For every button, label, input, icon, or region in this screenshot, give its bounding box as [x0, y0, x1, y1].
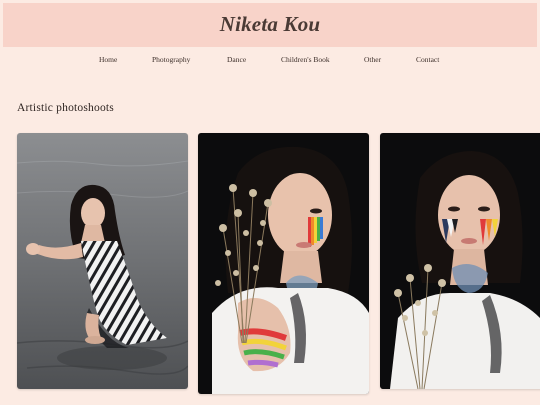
site-header: Niketa Kou — [3, 3, 537, 47]
photo-card-water[interactable] — [17, 133, 188, 389]
page: Niketa Kou Home Photography Dance Childr… — [0, 0, 540, 405]
main-nav: Home Photography Dance Children's Book O… — [0, 50, 540, 70]
photo-card-flowers-rainbow[interactable] — [198, 133, 369, 394]
nav-item-contact[interactable]: Contact — [416, 55, 439, 64]
photo-painted-face-image — [380, 133, 540, 389]
section-title: Artistic photoshoots — [17, 102, 114, 114]
site-title[interactable]: Niketa Kou — [220, 12, 321, 37]
nav-item-photography[interactable]: Photography — [152, 55, 190, 64]
nav-item-other[interactable]: Other — [364, 55, 381, 64]
nav-item-dance[interactable]: Dance — [227, 55, 246, 64]
nav-item-home[interactable]: Home — [99, 55, 117, 64]
photo-flowers-rainbow-image — [198, 133, 369, 394]
photo-water-image — [17, 133, 188, 389]
photo-card-painted-face[interactable] — [380, 133, 540, 389]
nav-item-childrens-book[interactable]: Children's Book — [281, 55, 330, 64]
